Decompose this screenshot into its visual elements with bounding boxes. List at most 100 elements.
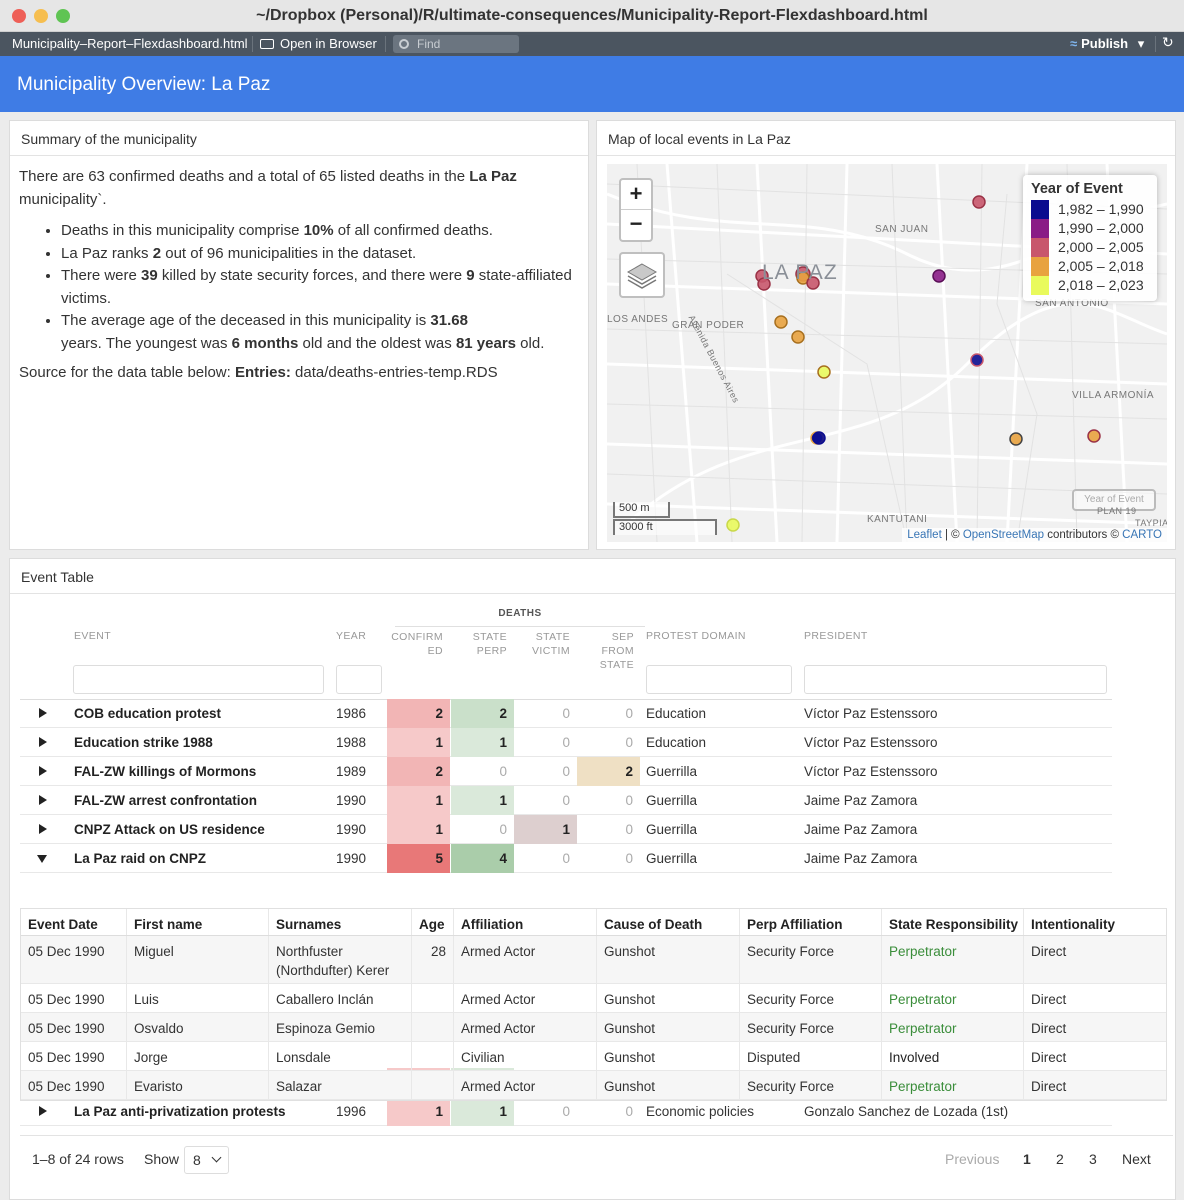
caret-right-icon[interactable]: [39, 737, 47, 747]
event-filter-input[interactable]: [73, 665, 324, 694]
sub-cell-affiliation: Armed Actor: [454, 984, 597, 1012]
sub-cell-perp-aff: Security Force: [740, 1013, 882, 1041]
find-input[interactable]: Find: [393, 35, 519, 53]
col-header-sep-from-state[interactable]: SEP FROM STATE: [577, 630, 634, 672]
cell-confirmed: 2: [387, 699, 450, 728]
sub-cell-perp-aff: Security Force: [740, 1071, 882, 1099]
caret-right-icon[interactable]: [39, 824, 47, 834]
leaflet-link[interactable]: Leaflet: [907, 529, 942, 541]
sub-col-first-name[interactable]: First name: [127, 909, 269, 935]
cell-protest-domain: Economic policies: [646, 1104, 755, 1119]
president-filter-input[interactable]: [804, 665, 1107, 694]
sub-col-state-responsibility[interactable]: State Responsibility: [882, 909, 1024, 935]
map-label: GRAN PODER: [672, 320, 745, 331]
zoom-control: + −: [619, 178, 653, 242]
caret-right-icon[interactable]: [39, 766, 47, 776]
col-header-year[interactable]: YEAR: [336, 629, 366, 643]
subtable-row: 05 Dec 1990 Luis Caballero Inclán Armed Act…: [21, 984, 1166, 1013]
bullet-text: There were: [61, 267, 142, 284]
domain-filter-input[interactable]: [646, 665, 792, 694]
cell-event: FAL-ZW arrest confrontation: [74, 793, 257, 808]
next-page-button[interactable]: Next: [1122, 1151, 1151, 1167]
page-1-button[interactable]: 1: [1023, 1151, 1031, 1167]
cell-state-perp: 0: [499, 822, 507, 837]
open-in-browser-button[interactable]: Open in Browser: [260, 36, 377, 51]
sub-col-affiliation[interactable]: Affiliation: [454, 909, 597, 935]
sub-cell-date: 05 Dec 1990: [21, 1042, 127, 1070]
sub-cell-state-resp: Perpetrator: [882, 1071, 1024, 1099]
sub-col-perp-affiliation[interactable]: Perp Affiliation: [740, 909, 882, 935]
sub-col-event-date[interactable]: Event Date: [21, 909, 127, 935]
summary-source: Source for the data table below: Entries…: [19, 361, 579, 384]
event-table-card: Event Table DEATHS EVENT YEAR CONFIRM ED …: [9, 558, 1176, 1200]
search-icon: [399, 39, 409, 49]
cell-event: La Paz raid on CNPZ: [74, 851, 207, 866]
cell-protest-domain: Education: [646, 735, 707, 750]
osm-link[interactable]: OpenStreetMap: [963, 529, 1044, 541]
col-header-text: STATE: [599, 659, 634, 671]
toolbar-divider: [1155, 36, 1156, 52]
page-size-select[interactable]: 8: [184, 1146, 229, 1174]
zoom-in-button[interactable]: +: [621, 180, 651, 210]
subtable-row: 05 Dec 1990 Evaristo Salazar Armed Actor Gun…: [21, 1071, 1166, 1100]
col-header-state-victim[interactable]: STATE VICTIM: [514, 630, 570, 658]
sub-col-surnames[interactable]: Surnames: [269, 909, 412, 935]
toolbar-divider: [252, 36, 253, 52]
zoom-out-button[interactable]: −: [621, 210, 651, 240]
sub-cell-intent: Direct: [1031, 1050, 1067, 1065]
table-row[interactable]: CNPZ Attack on US residence 1990 1 0 1 0 Guerr…: [20, 815, 1112, 844]
year-filter-input[interactable]: [336, 665, 382, 694]
table-row[interactable]: COB education protest 1986 2 2 0 0 Education Ví…: [20, 699, 1112, 728]
col-header-president[interactable]: PRESIDENT: [804, 629, 868, 643]
browser-icon: [260, 39, 274, 49]
table-row[interactable]: La Paz raid on CNPZ 1990 5 4 0 0 Guerrilla Jaim…: [20, 844, 1112, 873]
subtable-header: Event Date First name Surnames Age Affil…: [21, 909, 1166, 936]
previous-page-button[interactable]: Previous: [945, 1151, 999, 1167]
table-row[interactable]: FAL-ZW killings of Mormons 1989 2 0 0 2 Guerri…: [20, 757, 1112, 786]
caret-right-icon[interactable]: [39, 795, 47, 805]
page-3-button[interactable]: 3: [1089, 1151, 1097, 1167]
col-header-text: CONFIRM: [391, 631, 443, 643]
sub-col-intentionality[interactable]: Intentionality: [1024, 909, 1167, 935]
sub-cell-first: Jorge: [127, 1042, 269, 1070]
bullet-value: 6 months: [231, 334, 299, 352]
layers-control-button[interactable]: [619, 252, 665, 298]
source-label: Entries:: [234, 364, 291, 381]
col-header-confirmed[interactable]: CONFIRM ED: [387, 630, 443, 658]
summary-bullet: Deaths in this municipality comprise 10%…: [61, 220, 579, 243]
leaflet-map[interactable]: LA PAZ SAN JUAN LOS ANDES GRAN PODER SAN…: [607, 164, 1167, 542]
caret-right-icon[interactable]: [39, 1106, 47, 1116]
table-row[interactable]: La Paz anti-privatization protests 1996 1 1…: [20, 1097, 1112, 1126]
table-row[interactable]: Education strike 1988 1988 1 1 0 0 Education Ví…: [20, 728, 1112, 757]
col-header-protest-domain[interactable]: PROTEST DOMAIN: [646, 629, 746, 643]
refresh-icon[interactable]: ↻: [1162, 34, 1174, 51]
caret-right-icon[interactable]: [39, 708, 47, 718]
publish-button[interactable]: ≈ Publish ▾: [1070, 36, 1144, 52]
col-header-event[interactable]: EVENT: [74, 629, 111, 643]
caret-down-icon[interactable]: [37, 855, 47, 863]
cell-event: CNPZ Attack on US residence: [74, 822, 265, 837]
legend-item: 2,018 – 2,023: [1031, 276, 1157, 295]
page-2-button[interactable]: 2: [1056, 1151, 1064, 1167]
legend-label: 2,018 – 2,023: [1058, 277, 1144, 293]
carto-link[interactable]: CARTO: [1122, 529, 1162, 541]
bullet-value: 2: [152, 244, 162, 262]
summary-body: There are 63 confirmed deaths and a tota…: [10, 156, 588, 384]
table-row[interactable]: FAL-ZW arrest confrontation 1990 1 1 0 0 Guerr…: [20, 786, 1112, 815]
sub-cell-age: [412, 1071, 454, 1099]
publish-dropdown-icon[interactable]: ▾: [1138, 36, 1145, 51]
file-name: Municipality–Report–Flexdashboard.html: [12, 36, 248, 51]
sub-cell-state-resp: Perpetrator: [882, 936, 1024, 983]
cell-state-perp: 1: [451, 1097, 514, 1126]
legend-label: 2,000 – 2,005: [1058, 239, 1144, 255]
sub-col-cause[interactable]: Cause of Death: [597, 909, 740, 935]
sub-cell-state-resp: Perpetrator: [882, 1013, 1024, 1041]
legend-swatch: [1031, 238, 1049, 257]
subtable-rows: 05 Dec 1990 Miguel Northfuster (Northdufter…: [21, 936, 1166, 1100]
col-header-text: VICTIM: [532, 645, 570, 657]
event-table-title: Event Table: [10, 559, 1175, 594]
surname-text: Espinoza Gemio: [276, 1021, 376, 1036]
col-header-state-perp[interactable]: STATE PERP: [451, 630, 507, 658]
sub-col-age[interactable]: Age: [412, 909, 454, 935]
bullet-text: out of 96 municipalities in the dataset.: [161, 244, 417, 262]
